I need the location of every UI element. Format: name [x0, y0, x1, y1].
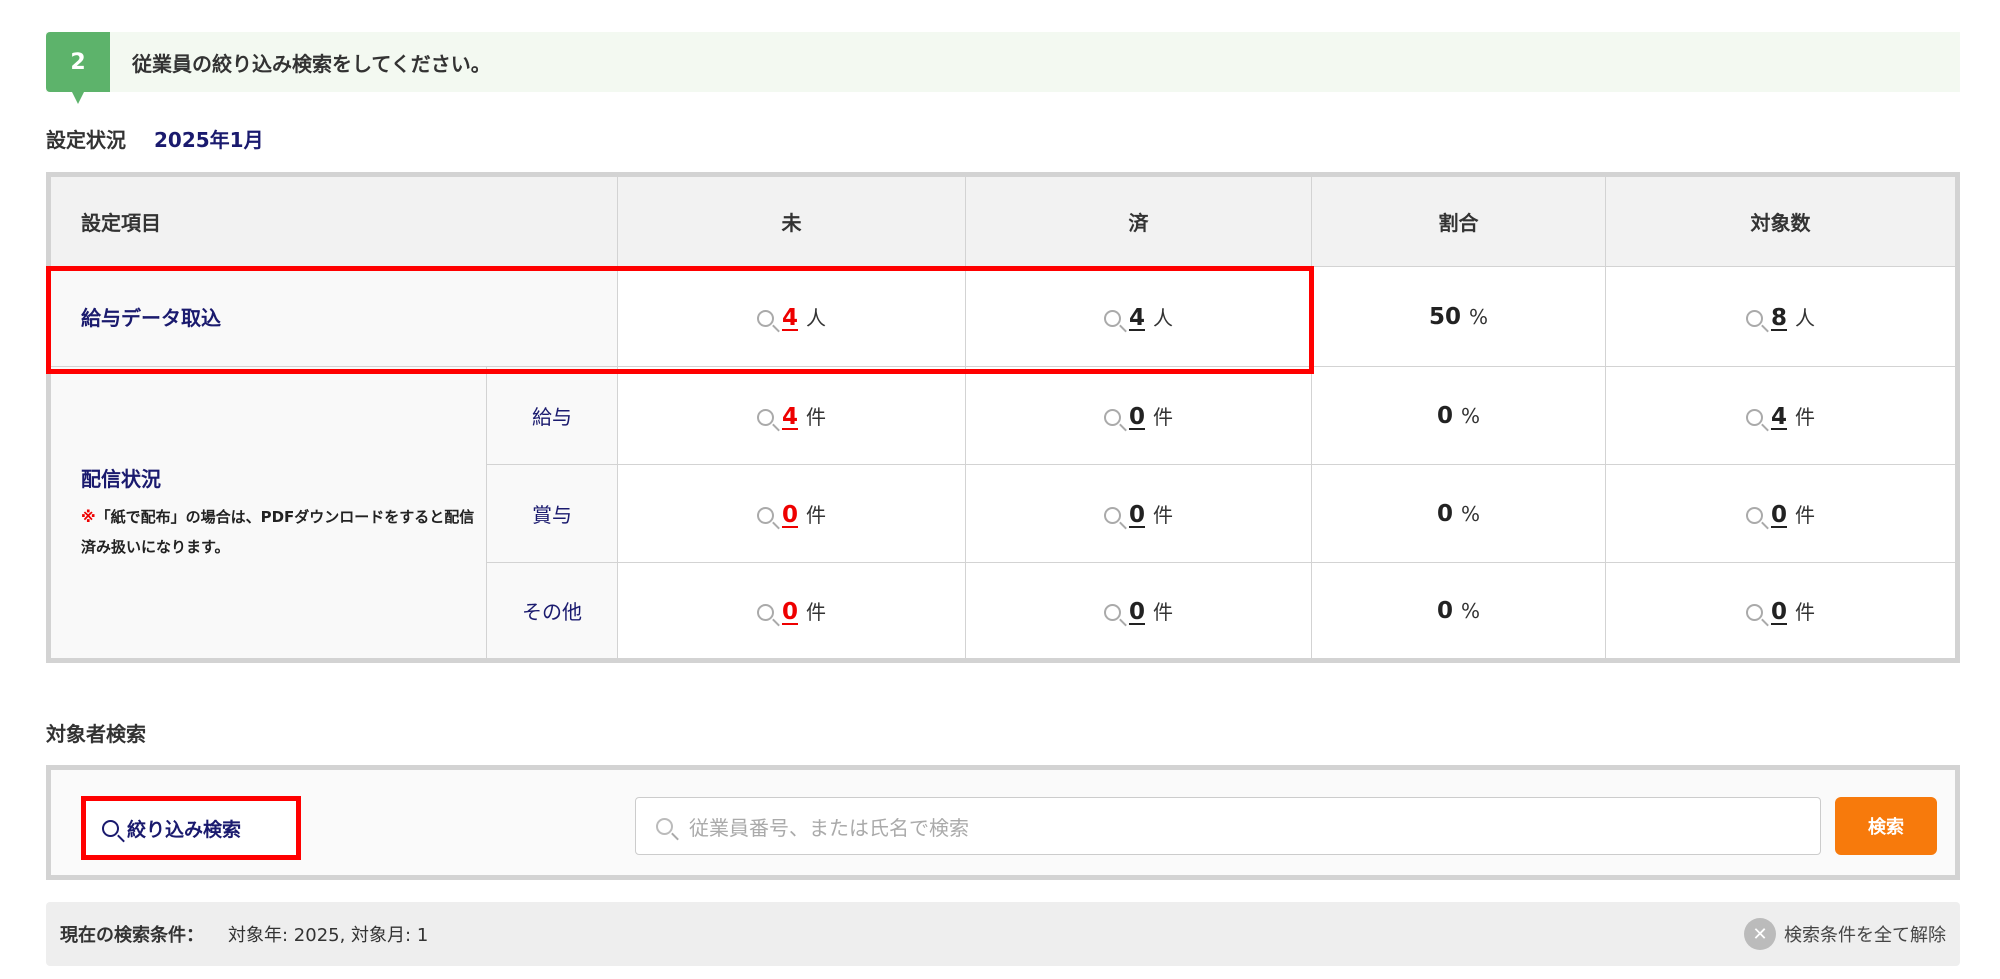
- unit: 件: [1795, 600, 1815, 624]
- header-total: 対象数: [1605, 174, 1958, 267]
- search-icon: [102, 819, 119, 837]
- done-cell: 4人: [965, 266, 1312, 367]
- unit: 件: [1153, 405, 1173, 429]
- status-heading: 設定状況 2025年1月: [46, 124, 264, 153]
- conditions-label: 現在の検索条件：: [60, 925, 204, 946]
- search-icon: [1745, 310, 1763, 327]
- ratio-value: 50: [1428, 303, 1461, 330]
- filter-search-label: 絞り込み検索: [127, 818, 242, 841]
- header-ratio: 割合: [1311, 174, 1606, 267]
- clear-conditions-button[interactable]: ✕ 検索条件を全て解除: [1744, 918, 1946, 950]
- table-header-row: 設定項目 未 済 割合 対象数: [48, 174, 1958, 267]
- search-panel: 絞り込み検索 従業員番号、または氏名で検索 検索: [46, 765, 1960, 880]
- delivery-label: 配信状況: [81, 467, 161, 491]
- search-conditions-bar: 現在の検索条件： 対象年: 2025, 対象月: 1 ✕ 検索条件を全て解除: [46, 902, 1960, 966]
- done-cell: 0件: [965, 464, 1312, 563]
- total-cell: 0件: [1605, 562, 1958, 661]
- search-icon: [1103, 507, 1121, 524]
- done-count-link[interactable]: 0: [1129, 502, 1145, 528]
- pending-count-link[interactable]: 4: [782, 404, 798, 430]
- header-done: 済: [965, 174, 1312, 267]
- search-button[interactable]: 検索: [1835, 797, 1937, 855]
- search-placeholder: 従業員番号、または氏名で検索: [689, 815, 969, 840]
- ratio-cell: 0%: [1311, 562, 1606, 661]
- ratio-cell: 0%: [1311, 464, 1606, 563]
- clear-conditions-label: 検索条件を全て解除: [1784, 925, 1946, 946]
- pending-cell: 0件: [617, 464, 966, 563]
- total-count-link[interactable]: 8: [1771, 305, 1787, 331]
- sub-label: 賞与: [486, 464, 618, 563]
- header-pending: 未: [617, 174, 966, 267]
- done-count-link[interactable]: 4: [1129, 305, 1145, 331]
- pending-cell: 0件: [617, 562, 966, 661]
- search-icon: [1745, 409, 1763, 426]
- search-icon: [1103, 310, 1121, 327]
- unit: 人: [806, 306, 826, 330]
- filter-search-button[interactable]: 絞り込み検索: [81, 796, 301, 860]
- status-period: 2025年1月: [154, 128, 264, 152]
- sub-label: 給与: [486, 366, 618, 465]
- total-count-link[interactable]: 0: [1771, 599, 1787, 625]
- total-count-link[interactable]: 0: [1771, 502, 1787, 528]
- search-icon: [656, 817, 673, 835]
- done-count-link[interactable]: 0: [1129, 599, 1145, 625]
- search-icon: [756, 507, 774, 524]
- total-cell: 0件: [1605, 464, 1958, 563]
- row-label: 給与データ取込: [48, 266, 618, 367]
- search-icon: [1745, 507, 1763, 524]
- note-text: 「紙で配布」の場合は、PDFダウンロードをすると配信済み扱いになります。: [81, 508, 475, 556]
- done-cell: 0件: [965, 366, 1312, 465]
- delivery-label-cell: 配信状況 ※「紙で配布」の場合は、PDFダウンロードをすると配信済み扱いになりま…: [48, 366, 487, 661]
- header-item: 設定項目: [48, 174, 618, 267]
- ratio-cell: 0%: [1311, 366, 1606, 465]
- unit: %: [1461, 403, 1481, 428]
- unit: 人: [1153, 306, 1173, 330]
- note-mark: ※: [81, 508, 96, 526]
- search-icon: [756, 310, 774, 327]
- instruction-banner: 2 従業員の絞り込み検索をしてください。: [46, 32, 1960, 104]
- instruction-text: 従業員の絞り込み検索をしてください。: [132, 51, 491, 76]
- ratio-value: 0: [1436, 500, 1453, 527]
- table-row: 配信状況 ※「紙で配布」の場合は、PDFダウンロードをすると配信済み扱いになりま…: [48, 366, 1958, 661]
- pending-count-link[interactable]: 0: [782, 599, 798, 625]
- unit: 人: [1795, 306, 1815, 330]
- unit: 件: [1153, 503, 1173, 527]
- done-count-link[interactable]: 0: [1129, 404, 1145, 430]
- total-cell: 8人: [1605, 266, 1958, 367]
- step-badge: 2: [46, 32, 110, 104]
- pending-cell: 4人: [617, 266, 966, 367]
- close-icon: ✕: [1744, 918, 1776, 950]
- unit: %: [1469, 304, 1489, 329]
- ratio-cell: 50%: [1311, 266, 1606, 367]
- total-cell: 4件: [1605, 366, 1958, 465]
- table-row: 給与データ取込 4人 4人 50% 8人: [48, 266, 1958, 367]
- pending-cell: 4件: [617, 366, 966, 465]
- unit: 件: [806, 600, 826, 624]
- unit: 件: [1795, 503, 1815, 527]
- search-icon: [756, 409, 774, 426]
- pending-count-link[interactable]: 0: [782, 502, 798, 528]
- delivery-note: ※「紙で配布」の場合は、PDFダウンロードをすると配信済み扱いになります。: [81, 502, 486, 562]
- settings-status-table: 設定項目 未 済 割合 対象数 給与データ取込 4人 4人 50% 8人 配信状…: [46, 172, 1960, 663]
- done-cell: 0件: [965, 562, 1312, 661]
- status-label: 設定状況: [46, 128, 126, 152]
- total-count-link[interactable]: 4: [1771, 404, 1787, 430]
- employee-search-input[interactable]: 従業員番号、または氏名で検索: [635, 797, 1821, 855]
- unit: 件: [806, 503, 826, 527]
- ratio-value: 0: [1436, 402, 1453, 429]
- search-icon: [1103, 409, 1121, 426]
- unit: %: [1461, 598, 1481, 623]
- search-icon: [756, 604, 774, 621]
- pending-count-link[interactable]: 4: [782, 305, 798, 331]
- unit: 件: [1153, 600, 1173, 624]
- unit: 件: [1795, 405, 1815, 429]
- unit: 件: [806, 405, 826, 429]
- unit: %: [1461, 501, 1481, 526]
- search-icon: [1745, 604, 1763, 621]
- sub-label: その他: [486, 562, 618, 661]
- search-icon: [1103, 604, 1121, 621]
- conditions-value: 対象年: 2025, 対象月: 1: [228, 925, 429, 946]
- search-heading: 対象者検索: [46, 722, 146, 746]
- ratio-value: 0: [1436, 597, 1453, 624]
